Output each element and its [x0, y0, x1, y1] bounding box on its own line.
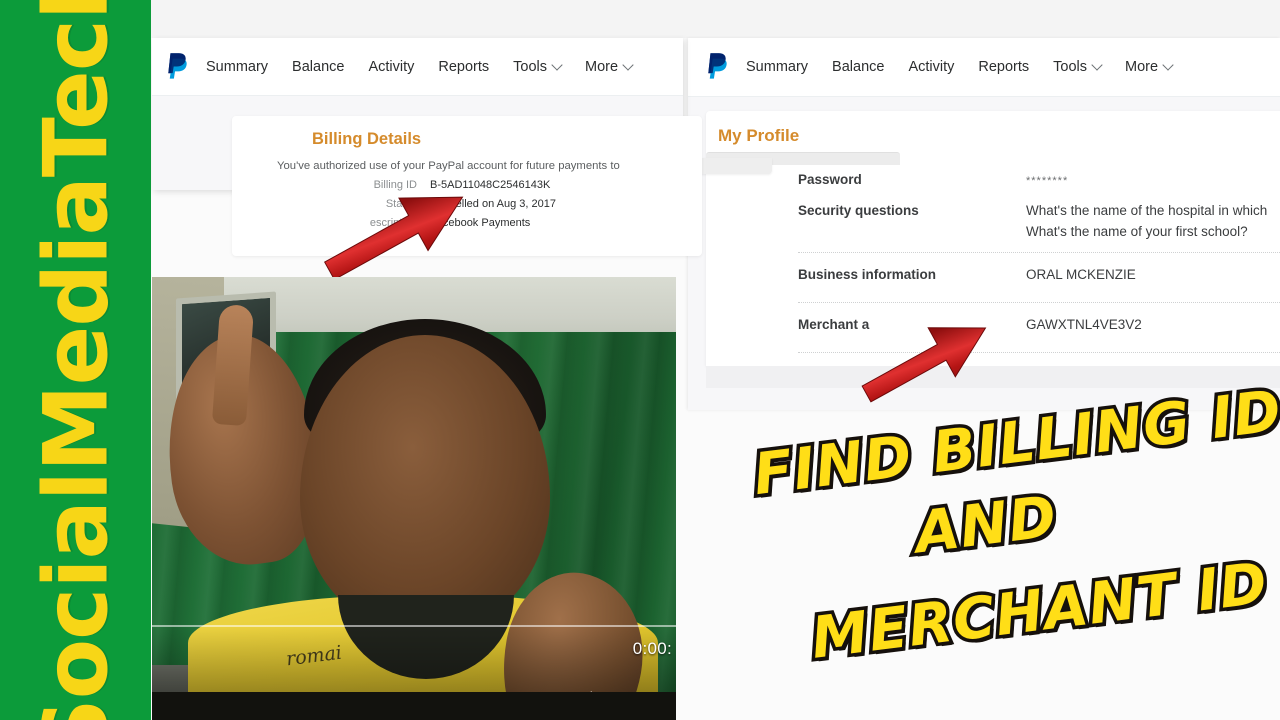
browser-top-strip — [151, 0, 1280, 38]
profile-row-password[interactable]: Password ******** — [706, 167, 1280, 198]
nav-item-more[interactable]: More — [585, 58, 634, 75]
nav-label: Summary — [746, 59, 809, 75]
row-divider — [798, 251, 1280, 253]
nav-item-reports[interactable]: Reports — [438, 59, 489, 75]
nav-label: Activity — [368, 58, 415, 75]
nav-item-reports[interactable]: Reports — [978, 59, 1029, 75]
nav-item-tools[interactable]: Tools — [1053, 59, 1103, 75]
paypal-navbar-left: Summary Balance Activity Reports Tools M… — [152, 38, 683, 96]
row-value: ******** — [1026, 175, 1069, 187]
chevron-down-icon — [1162, 59, 1174, 71]
channel-name-label: SocialMediaTech — [24, 0, 127, 720]
billing-details-title: Billing Details — [312, 130, 422, 148]
chevron-down-icon — [551, 58, 563, 71]
nav-label: Tools — [513, 58, 548, 75]
nav-label: Reports — [978, 59, 1030, 75]
video-progress-bar[interactable] — [152, 625, 676, 627]
nav-label: Activity — [908, 59, 955, 75]
row-label: Password — [798, 172, 862, 187]
paypal-navbar-right: Summary Balance Activity Reports Tools M… — [688, 38, 1280, 97]
red-arrow-pointing-to-billing-id — [312, 186, 480, 282]
video-player-overlay[interactable]: romai 0:00: • • • 12 PM — [152, 277, 676, 720]
chevron-down-icon — [1091, 59, 1103, 71]
billing-details-content-area: Billing Details You've authorized use of… — [152, 96, 702, 256]
profile-row-business-information[interactable]: Business information ORAL MCKENZIE — [706, 262, 1280, 293]
nav-item-balance[interactable]: Balance — [832, 59, 884, 75]
billing-details-intro: You've authorized use of your PayPal acc… — [277, 160, 620, 172]
row-label: Business information — [798, 266, 937, 282]
row-label: Security questions — [798, 203, 919, 218]
nav-label: More — [1125, 59, 1159, 75]
video-timestamp: 0:00: — [632, 639, 672, 658]
nav-item-activity[interactable]: Activity — [368, 59, 414, 75]
nav-item-summary[interactable]: Summary — [206, 59, 268, 75]
nav-label: Balance — [832, 59, 885, 75]
profile-row-security-questions[interactable]: Security questions What's the name of th… — [706, 198, 1280, 243]
nav-label: More — [585, 58, 619, 75]
nav-label: Reports — [438, 58, 490, 75]
row-value: GAWXTNL4VE3V2 — [1026, 316, 1142, 332]
chevron-down-icon — [622, 58, 634, 71]
nav-item-summary[interactable]: Summary — [746, 59, 808, 75]
paypal-window-billing-details: Summary Balance Activity Reports Tools M… — [152, 38, 702, 256]
my-profile-title: My Profile — [718, 126, 800, 145]
nav-item-activity[interactable]: Activity — [908, 59, 954, 75]
nav-item-more[interactable]: More — [1125, 59, 1174, 75]
nav-label: Summary — [206, 58, 269, 75]
red-arrow-pointing-to-merchant-id — [852, 318, 1000, 404]
channel-branding-bar: SocialMediaTech — [0, 0, 151, 720]
video-bottom-bar — [152, 692, 676, 720]
row-value: ORAL MCKENZIE — [1026, 266, 1136, 282]
paypal-logo[interactable] — [165, 52, 190, 82]
nav-label: Tools — [1053, 59, 1088, 75]
nav-label: Balance — [292, 58, 345, 75]
nav-item-tools[interactable]: Tools — [513, 58, 563, 75]
row-value: What's the name of the hospital in which… — [1026, 203, 1268, 239]
nav-item-balance[interactable]: Balance — [292, 59, 344, 75]
row-divider — [798, 301, 1280, 303]
paypal-logo[interactable] — [705, 52, 730, 82]
